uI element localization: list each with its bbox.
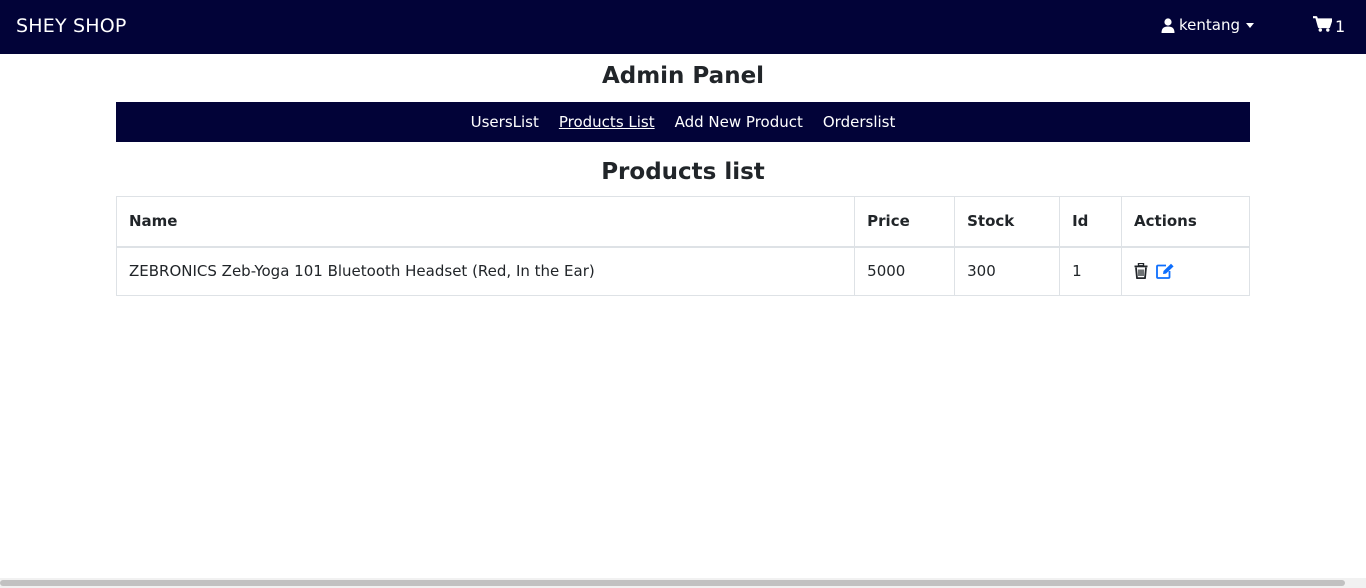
- user-icon: [1161, 17, 1175, 33]
- tab-users-list[interactable]: UsersList: [471, 113, 539, 131]
- products-table: Name Price Stock Id Actions ZEBRONICS Ze…: [115, 196, 1250, 296]
- tab-orders-list[interactable]: Orderslist: [823, 113, 895, 131]
- product-price-cell: 5000: [854, 246, 956, 296]
- product-actions-cell: [1121, 246, 1250, 296]
- brand-link[interactable]: SHEY SHOP: [16, 15, 127, 37]
- edit-icon[interactable]: [1156, 263, 1175, 280]
- column-header-price: Price: [854, 196, 956, 248]
- product-name-cell: ZEBRONICS Zeb-Yoga 101 Bluetooth Headset…: [115, 246, 856, 296]
- column-header-id: Id: [1059, 196, 1123, 248]
- table-row: ZEBRONICS Zeb-Yoga 101 Bluetooth Headset…: [115, 246, 1250, 296]
- row-actions: [1134, 263, 1237, 280]
- column-header-stock: Stock: [954, 196, 1061, 248]
- column-header-actions: Actions: [1121, 196, 1250, 248]
- trash-icon[interactable]: [1134, 263, 1148, 280]
- page-title: Admin Panel: [601, 63, 765, 89]
- user-dropdown[interactable]: kentang: [1161, 15, 1254, 35]
- cart-count: 1: [1335, 16, 1346, 36]
- table-header-row: Name Price Stock Id Actions: [115, 196, 1250, 248]
- user-name: kentang: [1179, 16, 1240, 34]
- column-header-name: Name: [115, 196, 856, 248]
- scrollbar-thumb[interactable]: [0, 580, 1345, 586]
- top-navbar: SHEY SHOP kentang 1: [0, 0, 1366, 54]
- cart-icon: [1313, 16, 1333, 36]
- chevron-down-icon: [1246, 22, 1254, 28]
- horizontal-scrollbar[interactable]: [0, 578, 1366, 588]
- tab-add-new-product[interactable]: Add New Product: [675, 113, 803, 131]
- cart-button[interactable]: 1: [1313, 16, 1345, 36]
- section-title: Products list: [601, 159, 765, 185]
- product-id-cell: 1: [1059, 246, 1123, 296]
- product-stock-cell: 300: [954, 246, 1061, 296]
- admin-tabs: UsersList Products List Add New Product …: [116, 102, 1250, 142]
- tab-products-list[interactable]: Products List: [559, 113, 655, 131]
